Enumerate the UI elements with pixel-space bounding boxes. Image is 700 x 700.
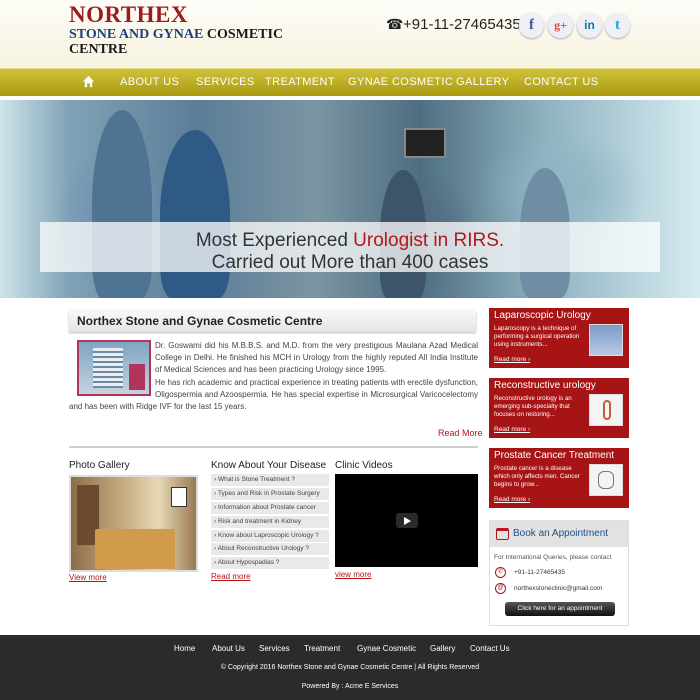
sidebar-box-desc: Prostate cancer is a disease which only … bbox=[494, 465, 580, 489]
urinary-tract-thumb-icon bbox=[589, 394, 623, 426]
phone-icon: ✆ bbox=[495, 567, 506, 578]
appointment-email[interactable]: northexstoneclinic@gmail.com bbox=[514, 585, 602, 592]
disease-item-reconstructive[interactable]: › About Reconstructive Urology ? bbox=[211, 543, 329, 556]
disease-item-hypospadias[interactable]: › About Hypospadias ? bbox=[211, 557, 329, 570]
appointment-button[interactable]: Click here for an appointment bbox=[505, 602, 615, 616]
clinic-video-player[interactable] bbox=[335, 474, 478, 567]
main-nav: ABOUT US SERVICES TREATMENT GYNAE COSMET… bbox=[0, 68, 700, 96]
footer-link-gynae[interactable]: Gynae Cosmetic bbox=[357, 644, 416, 653]
email-icon: @ bbox=[495, 583, 506, 594]
sidebar-box-reconstructive[interactable]: Reconstructive urology Reconstructive ur… bbox=[489, 378, 629, 438]
sidebar-box-title[interactable]: Laparoscopic Urology bbox=[494, 310, 591, 321]
calendar-icon bbox=[496, 528, 509, 540]
disease-item-laproscopic[interactable]: › Know about Laproscopic Urology ? bbox=[211, 529, 329, 542]
gallery-photo-desk bbox=[95, 529, 175, 569]
banner-headline: Most Experienced Urologist in RIRS. bbox=[0, 230, 700, 252]
disease-read-more-link[interactable]: Read more bbox=[211, 572, 251, 581]
building-shape bbox=[93, 348, 123, 388]
brand-subtitle-part1: STONE AND GYNAE bbox=[69, 27, 204, 42]
twitter-icon[interactable]: t bbox=[605, 13, 630, 38]
footer-link-treatment[interactable]: Treatment bbox=[304, 644, 340, 653]
disease-item-stone[interactable]: › What is Stone Treatment ? bbox=[211, 474, 329, 486]
site-header: NORTHEX STONE AND GYNAE COSMETIC CENTRE … bbox=[0, 0, 700, 68]
prostate-thumb-icon bbox=[589, 464, 623, 496]
section-divider bbox=[69, 446, 478, 448]
footer-copyright: © Copyright 2016 Northex Stone and Gynae… bbox=[220, 664, 480, 671]
videos-title: Clinic Videos bbox=[335, 460, 393, 471]
appointment-header: Book an Appointment bbox=[490, 521, 628, 547]
disease-list: › What is Stone Treatment ? › Types and … bbox=[211, 474, 329, 571]
sidebar-box-desc: Reconstructive urology is an emerging su… bbox=[494, 395, 572, 419]
hero-banner: Most Experienced Urologist in RIRS. Carr… bbox=[0, 100, 700, 298]
gallery-title: Photo Gallery bbox=[69, 460, 130, 471]
footer-link-contact[interactable]: Contact Us bbox=[470, 644, 510, 653]
sidebar-box-title[interactable]: Reconstructive urology bbox=[494, 380, 596, 391]
appointment-title: Book an Appointment bbox=[513, 528, 609, 539]
play-icon[interactable] bbox=[396, 513, 418, 528]
appointment-intl-text: For International Queries, please contac… bbox=[494, 554, 612, 561]
disease-title: Know About Your Disease bbox=[211, 460, 327, 471]
nav-services[interactable]: SERVICES bbox=[196, 76, 255, 88]
footer-link-about[interactable]: About Us bbox=[212, 644, 245, 653]
google-plus-icon[interactable]: g+ bbox=[548, 13, 573, 38]
footer-link-services[interactable]: Services bbox=[259, 644, 290, 653]
about-para-1: Dr. Goswami did his M.B.B.S. and M.D. fr… bbox=[155, 341, 478, 375]
brand-subtitle: STONE AND GYNAE COSMETIC CENTRE bbox=[69, 27, 309, 57]
about-read-more-link[interactable]: Read More bbox=[438, 428, 483, 438]
banner-headline-a: Most Experienced bbox=[195, 230, 354, 251]
sidebar-box-prostate[interactable]: Prostate Cancer Treatment Prostate cance… bbox=[489, 448, 629, 508]
sidebar-box-desc: Laparoscopy is a technique of performing… bbox=[494, 325, 580, 349]
kidney-thumb-icon bbox=[589, 324, 623, 356]
disease-item-kidney[interactable]: › Risk and treatment in Kidney bbox=[211, 515, 329, 528]
nav-contact-us[interactable]: CONTACT US bbox=[524, 76, 599, 88]
brand-name[interactable]: NORTHEX bbox=[69, 2, 188, 28]
header-phone: ☎+91-11-27465435 bbox=[386, 16, 521, 33]
appointment-box: Book an Appointment For International Qu… bbox=[489, 520, 629, 626]
disease-item-prostate-surgery[interactable]: › Types and Risk in Prostate Surgery bbox=[211, 487, 329, 500]
videos-view-more-link[interactable]: view more bbox=[335, 570, 371, 579]
sidebar-box-title[interactable]: Prostate Cancer Treatment bbox=[494, 450, 614, 461]
banner-monitor bbox=[404, 128, 446, 158]
site-footer: Home About Us Services Treatment Gynae C… bbox=[0, 635, 700, 700]
gallery-view-more-link[interactable]: View more bbox=[69, 573, 107, 582]
banner-headline-b: Urologist in RIRS. bbox=[353, 230, 505, 251]
banner-subline: Carried out More than 400 cases bbox=[211, 252, 489, 273]
nav-gallery[interactable]: GALLERY bbox=[456, 76, 509, 88]
sidebar-box-read-more[interactable]: Read more › bbox=[494, 496, 530, 503]
gallery-photo-frame bbox=[171, 487, 187, 507]
gallery-photo[interactable] bbox=[69, 475, 198, 572]
appointment-phone: +91-11-27465435 bbox=[514, 569, 566, 576]
disease-item-prostate-cancer[interactable]: › Information about Prostate cancer bbox=[211, 501, 329, 514]
phone-icon: ☎ bbox=[386, 16, 404, 32]
building-sign bbox=[129, 364, 145, 390]
header-phone-number: +91-11-27465435 bbox=[403, 16, 521, 33]
nav-gynae-cosmetic[interactable]: GYNAE COSMETIC bbox=[348, 76, 453, 88]
nav-treatment[interactable]: TREATMENT bbox=[265, 76, 335, 88]
clinic-building-image bbox=[77, 340, 151, 396]
nav-about-us[interactable]: ABOUT US bbox=[120, 76, 179, 88]
sidebar-box-laparoscopic[interactable]: Laparoscopic Urology Laparoscopy is a te… bbox=[489, 308, 629, 368]
footer-powered-by[interactable]: Powered By : Acme E Services bbox=[0, 683, 700, 690]
sidebar-box-read-more[interactable]: Read more › bbox=[494, 356, 530, 363]
about-title: Northex Stone and Gynae Cosmetic Centre bbox=[69, 310, 476, 332]
sidebar-box-read-more[interactable]: Read more › bbox=[494, 426, 530, 433]
facebook-icon[interactable]: f bbox=[519, 13, 544, 38]
footer-link-gallery[interactable]: Gallery bbox=[430, 644, 455, 653]
linkedin-icon[interactable]: in bbox=[577, 13, 602, 38]
home-icon[interactable] bbox=[82, 75, 95, 88]
footer-link-home[interactable]: Home bbox=[174, 644, 195, 653]
